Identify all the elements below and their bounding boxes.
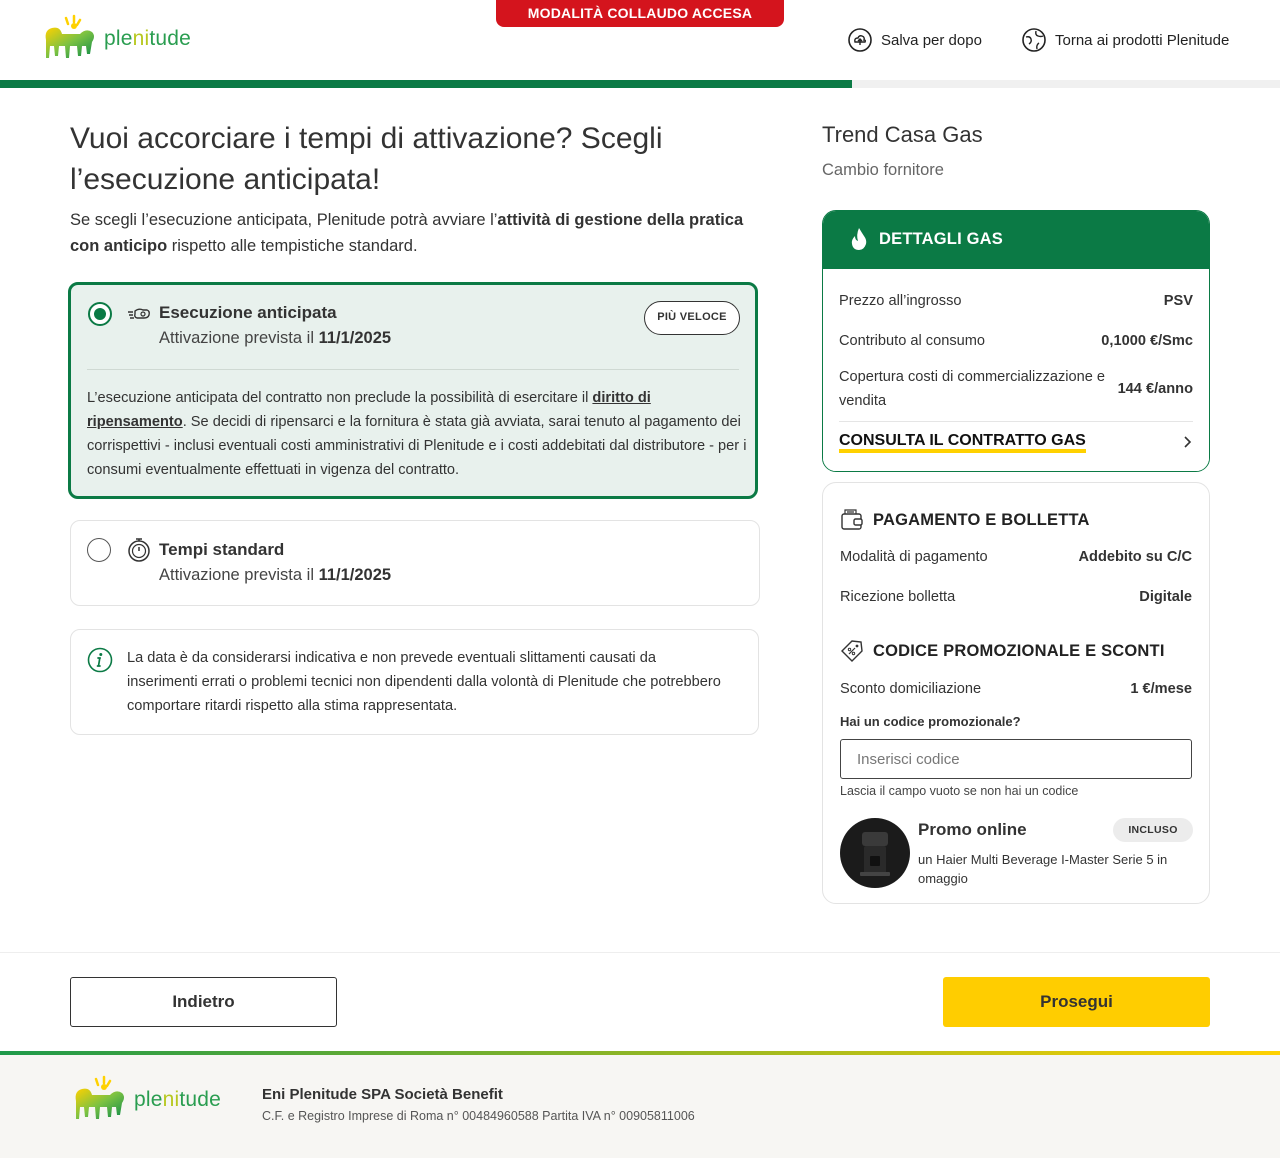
- option-title: Esecuzione anticipata: [159, 303, 337, 322]
- offer-subtitle: Cambio fornitore: [822, 161, 944, 179]
- payment-billing-card: PAGAMENTO E BOLLETTA Modalità di pagamen…: [822, 482, 1210, 904]
- option-standard-time[interactable]: Tempi standard Attivazione prevista il 1…: [70, 520, 760, 606]
- option-title: Tempi standard: [159, 540, 285, 559]
- offer-title: Trend Casa Gas: [822, 122, 983, 147]
- save-later-label: Salva per dopo: [881, 31, 982, 49]
- promo-code-input[interactable]: [840, 739, 1192, 779]
- promo-row-value: 1 €/mese: [1130, 681, 1192, 697]
- chevron-right-icon[interactable]: [1181, 433, 1195, 451]
- standard-time-radio[interactable]: [87, 538, 111, 562]
- divider: [839, 421, 1193, 422]
- footer-legal-info: C.F. e Registro Imprese di Roma n° 00484…: [262, 1109, 695, 1123]
- wallet-icon: [841, 509, 863, 530]
- option-early-execution[interactable]: Esecuzione anticipata Attivazione previs…: [68, 282, 758, 499]
- continue-button[interactable]: Prosegui: [943, 977, 1210, 1027]
- gas-details-body: Prezzo all’ingrosso PSV Contributo al co…: [823, 269, 1209, 471]
- footer: plenitude Eni Plenitude SPA Società Bene…: [0, 1055, 1280, 1158]
- gas-row: Contributo al consumo 0,1000 €/Smc: [839, 329, 1193, 353]
- progress-fill: [0, 80, 853, 88]
- option-subtitle: Attivazione prevista il 11/1/2025: [159, 329, 392, 347]
- payment-section-header: PAGAMENTO E BOLLETTA: [839, 507, 1090, 533]
- payment-row-value: Digitale: [1139, 589, 1192, 605]
- faster-badge: PIÙ VELOCE: [644, 301, 740, 335]
- coffee-machine-image: [840, 818, 910, 888]
- cloud-save-icon: [848, 28, 872, 52]
- speed-icon: [128, 308, 150, 319]
- option-description: L’esecuzione anticipata del contratto no…: [87, 390, 747, 478]
- option-subtitle: Attivazione prevista il 11/1/2025: [159, 566, 392, 584]
- payment-row: Ricezione bolletta Digitale: [840, 585, 1192, 609]
- promo-online-description: un Haier Multi Beverage I-Master Serie 5…: [918, 852, 1168, 886]
- logo-wordmark: plenitude: [134, 1088, 222, 1111]
- plenitude-logo[interactable]: plenitude: [40, 12, 191, 66]
- six-legged-dog-logo-icon: [45, 14, 94, 58]
- gas-row: Copertura costi di commercializzazione e…: [839, 365, 1193, 413]
- gas-row-label: Copertura costi di commercializzazione e…: [839, 369, 1106, 409]
- promo-row: Sconto domiciliazione 1 €/mese: [840, 677, 1192, 701]
- option-divider: [87, 369, 739, 370]
- promo-code-question: Hai un codice promozionale?: [840, 714, 1021, 729]
- discount-tag-icon: [841, 640, 863, 662]
- flame-icon: [851, 228, 867, 250]
- back-to-products-link[interactable]: Torna ai prodotti Plenitude: [1022, 28, 1229, 52]
- back-to-products-label: Torna ai prodotti Plenitude: [1055, 31, 1230, 49]
- page-title: Vuoi accorciare i tempi di attivazione? …: [70, 122, 663, 196]
- promo-code-hint: Lascia il campo vuoto se non hai un codi…: [840, 784, 1079, 798]
- payment-section-title: PAGAMENTO E BOLLETTA: [873, 510, 1090, 529]
- info-text: La data è da considerarsi indicativa e n…: [127, 650, 721, 714]
- progress-bar: [0, 80, 1280, 88]
- gas-details-title: DETTAGLI GAS: [879, 230, 1004, 248]
- six-legged-dog-logo-icon: [75, 1075, 124, 1119]
- gas-row-value: 0,1000 €/Smc: [1101, 333, 1193, 349]
- promo-online-title: Promo online: [918, 820, 1027, 839]
- stopwatch-icon: [128, 538, 150, 562]
- early-execution-radio[interactable]: [88, 302, 112, 326]
- gas-row-label: Prezzo all’ingrosso: [839, 293, 962, 309]
- gas-row-value: 144 €/anno: [1117, 381, 1193, 397]
- back-button[interactable]: Indietro: [70, 977, 337, 1027]
- intro-text: Se scegli l’esecuzione anticipata, Pleni…: [70, 211, 744, 255]
- gas-row-value: PSV: [1163, 293, 1193, 309]
- gas-row-label: Contributo al consumo: [839, 333, 986, 349]
- promo-section-title: CODICE PROMOZIONALE E SCONTI: [873, 641, 1165, 660]
- gas-details-header: DETTAGLI GAS: [823, 211, 1209, 269]
- test-mode-banner: MODALITÀ COLLAUDO ACCESA: [496, 0, 784, 27]
- payment-row: Modalità di pagamento Addebito su C/C: [840, 545, 1192, 569]
- globe-arrow-icon: [1022, 28, 1046, 52]
- info-icon: [87, 647, 113, 673]
- consult-gas-contract-link[interactable]: CONSULTA IL CONTRATTO GAS: [839, 432, 1086, 453]
- gas-row: Prezzo all’ingrosso PSV: [839, 289, 1193, 313]
- footer-company-name: Eni Plenitude SPA Società Benefit: [262, 1086, 503, 1103]
- footer-logo: plenitude: [70, 1073, 221, 1127]
- logo-wordmark: plenitude: [104, 27, 192, 50]
- gas-details-card: DETTAGLI GAS Prezzo all’ingrosso PSV Con…: [822, 210, 1210, 472]
- header: plenitude MODALITÀ COLLAUDO ACCESA Salva…: [0, 0, 1280, 80]
- payment-row-label: Ricezione bolletta: [840, 589, 956, 605]
- payment-row-label: Modalità di pagamento: [840, 549, 988, 565]
- save-later-link[interactable]: Salva per dopo: [848, 28, 982, 52]
- link-highlight: [839, 449, 1086, 453]
- promo-section-header: CODICE PROMOZIONALE E SCONTI: [839, 638, 1165, 664]
- info-box: La data è da considerarsi indicativa e n…: [70, 629, 759, 735]
- payment-row-value: Addebito su C/C: [1078, 549, 1192, 565]
- promo-row-label: Sconto domiciliazione: [840, 681, 982, 697]
- coffee-machine-icon: [860, 832, 890, 876]
- included-badge: INCLUSO: [1113, 818, 1193, 842]
